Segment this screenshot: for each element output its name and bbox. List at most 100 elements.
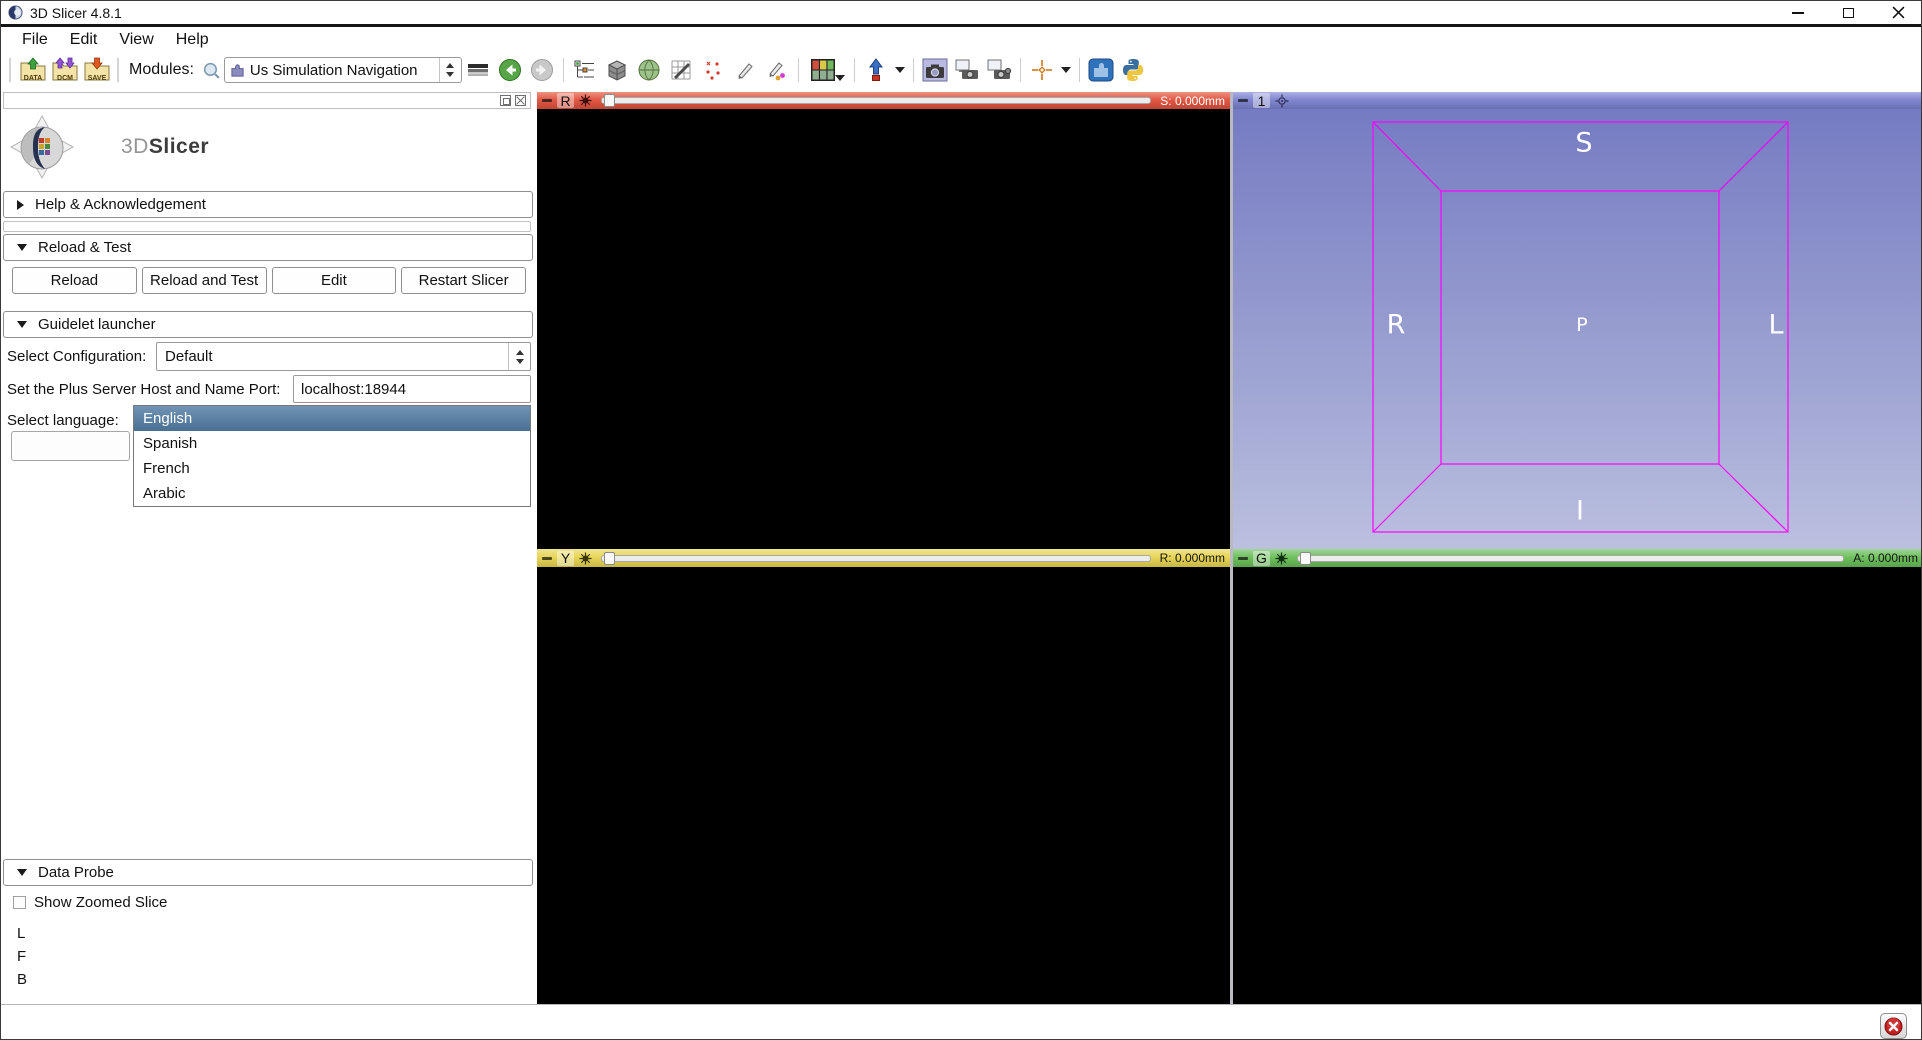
segment-editor-module-button[interactable] — [761, 55, 793, 85]
minimize-button[interactable] — [1787, 4, 1809, 22]
save-scene-button[interactable]: SAVE — [81, 55, 113, 85]
help-acknowledgement-section[interactable]: Help & Acknowledgement — [3, 191, 533, 218]
menu-view[interactable]: View — [108, 29, 164, 51]
probe-row-b: B — [17, 971, 27, 988]
toolbar-drag-handle[interactable] — [117, 58, 121, 82]
slice-link-pin-icon[interactable] — [579, 94, 592, 107]
red-slice-controller: R S: 0.000mm — [537, 92, 1230, 109]
data-module-button[interactable] — [569, 55, 601, 85]
toolbar-drag-handle[interactable] — [9, 58, 13, 82]
orientation-label-inferior: I — [1576, 496, 1584, 527]
module-back-button[interactable] — [494, 55, 526, 85]
menu-help[interactable]: Help — [165, 29, 220, 51]
green-slice-label[interactable]: G — [1253, 551, 1270, 566]
scene-view-capture-button[interactable] — [951, 55, 983, 85]
save-label: SAVE — [81, 75, 113, 82]
module-history-button[interactable] — [462, 55, 494, 85]
plus-server-input[interactable]: localhost:18944 — [293, 375, 531, 403]
collapse-controller-icon[interactable] — [542, 557, 552, 560]
plus-server-label: Set the Plus Server Host and Name Port: — [7, 381, 280, 398]
slice-link-pin-icon[interactable] — [1275, 552, 1288, 565]
red-slice-view[interactable] — [537, 109, 1230, 549]
module-selector-spinner[interactable] — [439, 58, 461, 82]
mouse-mode-button[interactable] — [860, 55, 892, 85]
view-options-gear-icon[interactable] — [1275, 94, 1289, 108]
layout-selector-button[interactable] — [804, 55, 842, 85]
subject-hierarchy-icon — [573, 59, 597, 81]
volumes-module-icon — [605, 58, 629, 82]
crosshair-button[interactable] — [1026, 55, 1058, 85]
language-option-arabic[interactable]: Arabic — [134, 481, 530, 506]
collapse-controller-icon[interactable] — [1238, 99, 1248, 102]
red-slice-offset-slider[interactable] — [601, 97, 1151, 104]
error-log-button[interactable] — [1880, 1013, 1907, 1039]
show-zoomed-slice-checkbox[interactable] — [13, 896, 26, 909]
load-dicom-button[interactable]: DCM — [49, 55, 81, 85]
toolbar-separator — [854, 58, 855, 82]
reload-button-row: Reload Reload and Test Edit Restart Slic… — [12, 267, 526, 294]
section-title: Guidelet launcher — [38, 316, 156, 333]
module-selector-value: Us Simulation Navigation — [250, 62, 418, 79]
edit-button[interactable]: Edit — [272, 267, 397, 294]
layout-dropdown-icon — [835, 75, 845, 81]
load-data-button[interactable]: DATA — [17, 55, 49, 85]
menu-edit[interactable]: Edit — [59, 29, 109, 51]
threeD-view[interactable]: S R P L I — [1233, 109, 1922, 549]
volumes-module-button[interactable] — [601, 55, 633, 85]
module-search-button[interactable] — [200, 55, 224, 85]
crosshair-icon — [1031, 59, 1053, 81]
crosshair-dropdown-icon[interactable] — [1061, 67, 1071, 73]
guidelet-launcher-section[interactable]: Guidelet launcher — [3, 311, 533, 338]
yellow-slice-view[interactable] — [537, 567, 1230, 1004]
models-module-button[interactable] — [633, 55, 665, 85]
spin-down-icon — [446, 72, 454, 77]
select-configuration-label: Select Configuration: — [7, 348, 146, 365]
module-puzzle-icon — [230, 63, 245, 78]
language-option-french[interactable]: French — [134, 456, 530, 481]
module-forward-button[interactable] — [526, 55, 558, 85]
collapsed-content-strip — [3, 221, 531, 232]
transforms-module-button[interactable] — [665, 55, 697, 85]
close-button[interactable] — [1887, 4, 1909, 22]
screenshot-button[interactable] — [919, 55, 951, 85]
mouse-mode-dropdown-icon[interactable] — [895, 67, 905, 73]
launch-button[interactable] — [11, 431, 130, 461]
panel-undock-icon[interactable] — [500, 95, 511, 106]
configuration-spinner[interactable] — [508, 343, 530, 370]
logo-text-3d: 3D — [121, 135, 149, 158]
window-title: 3D Slicer 4.8.1 — [30, 5, 122, 21]
slider-handle[interactable] — [604, 552, 615, 565]
markups-module-button[interactable] — [697, 55, 729, 85]
yellow-slice-offset-slider[interactable] — [601, 555, 1151, 562]
extensions-manager-button[interactable] — [1085, 55, 1117, 85]
editor-module-button[interactable] — [729, 55, 761, 85]
reload-and-test-button[interactable]: Reload and Test — [142, 267, 267, 294]
reload-test-section[interactable]: Reload & Test — [3, 234, 533, 261]
threeD-view-label[interactable]: 1 — [1253, 93, 1270, 108]
collapse-controller-icon[interactable] — [1238, 557, 1248, 560]
data-probe-section[interactable]: Data Probe — [3, 859, 533, 886]
collapse-icon — [17, 869, 27, 876]
reload-button[interactable]: Reload — [12, 267, 137, 294]
menu-file[interactable]: File — [11, 29, 59, 51]
restart-slicer-button[interactable]: Restart Slicer — [401, 267, 526, 294]
yellow-slice-label[interactable]: Y — [557, 551, 574, 566]
green-slice-offset-slider[interactable] — [1297, 555, 1844, 562]
slider-handle[interactable] — [604, 94, 615, 107]
configuration-combobox[interactable]: Default — [156, 342, 531, 371]
python-console-button[interactable] — [1117, 55, 1149, 85]
slice-link-pin-icon[interactable] — [579, 552, 592, 565]
scene-view-restore-button[interactable] — [983, 55, 1015, 85]
red-slice-label[interactable]: R — [557, 93, 574, 108]
restore-button[interactable] — [1837, 4, 1859, 22]
slider-handle[interactable] — [1300, 552, 1311, 565]
green-slice-view[interactable] — [1233, 567, 1922, 1004]
panel-close-icon[interactable] — [515, 95, 526, 106]
title-bar: 3D Slicer 4.8.1 — [1, 1, 1921, 24]
language-option-spanish[interactable]: Spanish — [134, 431, 530, 456]
slicer-window: 3D Slicer 4.8.1 File Edit View Help DATA — [0, 0, 1922, 1040]
language-option-english[interactable]: English — [134, 406, 530, 431]
module-selector[interactable]: Us Simulation Navigation — [224, 57, 462, 83]
collapse-controller-icon[interactable] — [542, 99, 552, 102]
green-slice-offset-readout: A: 0.000mm — [1853, 551, 1918, 565]
